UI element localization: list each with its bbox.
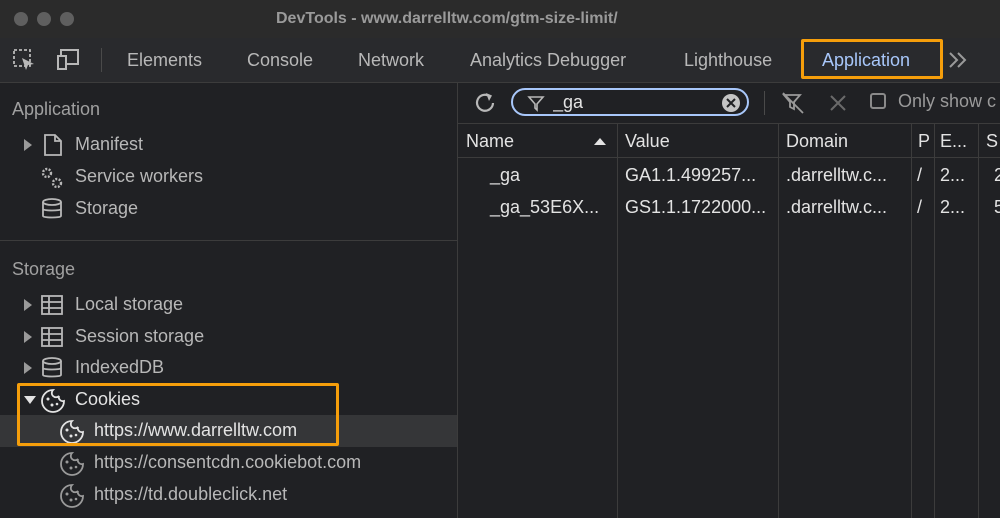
sidebar-item-indexeddb[interactable]: IndexedDB [0,352,457,384]
expand-arrow-icon[interactable] [24,139,32,151]
filter-icon [527,96,545,112]
devtools-tabbar: Elements Console Network Analytics Debug… [0,38,1000,83]
column-header-value[interactable]: Value [617,124,778,157]
more-tabs-icon[interactable] [947,50,971,70]
sidebar-item-storage-overview[interactable]: Storage [0,193,457,225]
inspect-element-icon[interactable] [12,48,38,72]
cell-expires: 2... [940,165,966,185]
tab-highlight-box [801,39,943,79]
column-header-size[interactable]: S [979,124,1000,157]
cell-value: GS1.1.1722000... [625,197,767,217]
sidebar-item-label: Storage [75,198,139,218]
filter-input[interactable] [553,92,713,112]
cell-domain: .darrelltw.c... [786,165,888,185]
application-section-header: Application [12,99,101,119]
window-titlebar: DevTools - www.darrelltw.com/gtm-size-li… [0,0,1000,38]
table-icon [41,295,63,315]
cookie-origin-doubleclick[interactable]: https://td.doubleclick.net [0,479,457,511]
tab-network[interactable]: Network [358,38,424,82]
filter-box[interactable] [511,88,749,116]
cookie-origin-cookiebot[interactable]: https://consentcdn.cookiebot.com [0,447,457,479]
document-icon [44,134,62,156]
cookies-highlight-box [17,383,339,446]
cell-domain: .darrelltw.c... [786,197,888,217]
expand-arrow-icon[interactable] [24,362,32,374]
section-divider [0,240,457,241]
clear-filter-icon[interactable] [721,93,741,113]
sidebar-item-label: Session storage [75,326,205,346]
table-header: Name Value Domain P E... S [458,124,1000,158]
delete-selected-icon[interactable] [828,93,848,113]
sort-ascending-icon [594,138,606,145]
sidebar-item-service-workers[interactable]: Service workers [0,161,457,193]
only-show-checkbox[interactable] [870,93,886,109]
tab-console[interactable]: Console [247,38,313,82]
column-header-path[interactable]: P [911,124,935,157]
tab-elements[interactable]: Elements [127,38,202,82]
database-icon [42,198,62,219]
column-header-expires[interactable]: E... [934,124,978,157]
cell-expires: 2... [940,197,966,217]
cookie-icon [60,484,84,508]
cell-value: GA1.1.499257... [625,165,757,185]
toolbar-divider [101,48,102,72]
sidebar-item-label: Local storage [75,294,184,314]
toolbar-divider [764,91,765,115]
cookie-origin-label: https://td.doubleclick.net [94,484,288,504]
cell-name: _ga [490,165,521,185]
cookie-table: Name Value Domain P E... S _ga GA1.1.499… [458,124,1000,518]
cell-size: 5 [994,197,1000,217]
refresh-icon[interactable] [472,90,498,116]
tab-analytics-debugger[interactable]: Analytics Debugger [470,38,626,82]
cell-size: 2 [994,165,1000,185]
sidebar-item-session-storage[interactable]: Session storage [0,321,457,353]
tab-lighthouse[interactable]: Lighthouse [684,38,772,82]
storage-section-header: Storage [12,259,76,279]
application-sidebar: Application Manifest Service workers Sto… [0,83,458,518]
sidebar-item-label: Manifest [75,134,144,154]
sidebar-item-label: Service workers [75,166,204,186]
cookie-icon [60,452,84,476]
window-title: DevTools - www.darrelltw.com/gtm-size-li… [276,10,618,27]
sidebar-item-manifest[interactable]: Manifest [0,129,457,161]
gears-icon [41,167,63,189]
table-icon [41,327,63,347]
expand-arrow-icon[interactable] [24,331,32,343]
only-show-label: Only show c [898,91,997,111]
cookies-toolbar: Only show c [458,83,1000,124]
device-toolbar-icon[interactable] [56,48,84,72]
sidebar-item-label: IndexedDB [75,357,165,377]
cell-path: / [917,197,923,217]
database-icon [42,357,62,378]
sidebar-item-local-storage[interactable]: Local storage [0,289,457,321]
column-header-domain[interactable]: Domain [778,124,911,157]
cookie-origin-label: https://consentcdn.cookiebot.com [94,452,362,472]
expand-arrow-icon[interactable] [24,299,32,311]
cell-name: _ga_53E6X... [490,197,600,217]
clear-all-cookies-icon[interactable] [781,91,805,115]
cell-path: / [917,165,923,185]
